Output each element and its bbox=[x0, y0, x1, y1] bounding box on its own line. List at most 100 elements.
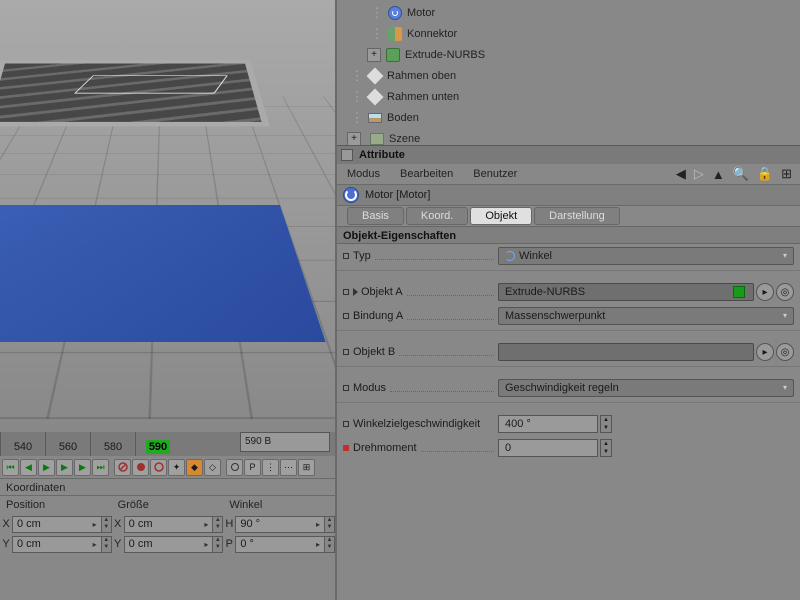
tree-item-rahmen-oben[interactable]: ⋮Rahmen oben ✓ bbox=[337, 65, 800, 86]
tree-item-boden[interactable]: ⋮Boden bbox=[337, 107, 800, 128]
attribute-panel-header: Attribute bbox=[337, 145, 800, 164]
opt4-button[interactable]: ⋯ bbox=[280, 459, 297, 476]
menu-benutzer[interactable]: Benutzer bbox=[473, 168, 517, 180]
bindung-a-dropdown[interactable]: Massenschwerpunkt bbox=[498, 307, 794, 325]
nurbs-icon bbox=[733, 286, 745, 298]
angle-h-input[interactable]: 90 ° bbox=[235, 516, 325, 533]
nav-back-icon[interactable]: ◀ bbox=[676, 166, 686, 182]
key-pos-button[interactable]: ✦ bbox=[168, 459, 185, 476]
tab-koord[interactable]: Koord. bbox=[406, 207, 468, 225]
tree-item-rahmen-unten[interactable]: ⋮Rahmen unten ✓ bbox=[337, 86, 800, 107]
clear-button[interactable]: ▸ bbox=[756, 283, 774, 301]
motor-icon bbox=[343, 187, 359, 203]
size-x-input[interactable]: 0 cm bbox=[124, 516, 214, 533]
modus-dropdown[interactable]: Geschwindigkeit regeln bbox=[498, 379, 794, 397]
menu-bearbeiten[interactable]: Bearbeiten bbox=[400, 168, 453, 180]
label-winkelziel: Winkelzielgeschwindigkeit bbox=[353, 418, 480, 430]
label-bindung-a: Bindung A bbox=[353, 310, 403, 322]
timeline-tick: 540 bbox=[0, 432, 45, 456]
coordinates-title: Koordinaten bbox=[0, 478, 335, 496]
axis-label: X bbox=[0, 518, 12, 530]
playback-toolbar: ⏮ ◀ ▶ ▶ ▶ ⏭ ✦ ◆ ◇ P ⋮ ⋯ ⊞ bbox=[0, 456, 335, 478]
spinner[interactable]: ▲▼ bbox=[213, 536, 223, 553]
attribute-tabs: Basis Koord. Objekt Darstellung bbox=[337, 206, 800, 226]
label-modus: Modus bbox=[353, 382, 386, 394]
object-manager[interactable]: ⋮Motor ✓ ⋮Konnektor ✓ +Extrude-NURBS ✓ ⋮… bbox=[337, 0, 800, 145]
angle-p-input[interactable]: 0 ° bbox=[235, 536, 325, 553]
tree-item-konnektor[interactable]: ⋮Konnektor ✓ bbox=[337, 23, 800, 44]
axis-label: P bbox=[223, 538, 235, 550]
nav-fwd-icon[interactable]: ▷ bbox=[694, 166, 704, 182]
spinner[interactable]: ▲▼ bbox=[213, 516, 223, 533]
tab-darstellung[interactable]: Darstellung bbox=[534, 207, 620, 225]
new-icon[interactable]: ⊞ bbox=[781, 166, 792, 182]
expand-button[interactable]: + bbox=[347, 132, 361, 146]
play-back-button[interactable]: ▶ bbox=[38, 459, 55, 476]
typ-dropdown[interactable]: Winkel bbox=[498, 247, 794, 265]
spinner[interactable]: ▲▼ bbox=[600, 439, 612, 457]
play-fwd-button[interactable]: ▶ bbox=[56, 459, 73, 476]
tree-item-motor[interactable]: ⋮Motor ✓ bbox=[337, 2, 800, 23]
axis-label: Y bbox=[112, 538, 124, 550]
panel-toggle[interactable] bbox=[341, 149, 353, 161]
opt3-button[interactable]: ⋮ bbox=[262, 459, 279, 476]
coordinates-panel: Koordinaten Position Größe Winkel X0 cm▲… bbox=[0, 478, 335, 554]
clear-button[interactable]: ▸ bbox=[756, 343, 774, 361]
spinner[interactable]: ▲▼ bbox=[325, 536, 335, 553]
expand-button[interactable]: + bbox=[367, 48, 381, 62]
picker-button[interactable]: ◎ bbox=[776, 283, 794, 301]
tree-item-szene[interactable]: +Szene bbox=[337, 128, 800, 145]
opt5-button[interactable]: ⊞ bbox=[298, 459, 315, 476]
stop-button[interactable] bbox=[114, 459, 131, 476]
goto-start-button[interactable]: ⏮ bbox=[2, 459, 19, 476]
scene-icon bbox=[370, 133, 384, 145]
key-scale-button[interactable]: ◇ bbox=[204, 459, 221, 476]
objekt-a-field[interactable]: Extrude-NURBS bbox=[498, 283, 754, 301]
menu-modus[interactable]: Modus bbox=[347, 168, 380, 180]
opt1-button[interactable] bbox=[226, 459, 243, 476]
tree-item-extrude-nurbs[interactable]: +Extrude-NURBS ✓ bbox=[337, 44, 800, 65]
search-icon[interactable]: 🔍 bbox=[733, 166, 749, 182]
null-icon bbox=[367, 88, 384, 105]
prev-frame-button[interactable]: ◀ bbox=[20, 459, 37, 476]
attribute-object-header: Motor [Motor] bbox=[337, 184, 800, 206]
tab-basis[interactable]: Basis bbox=[347, 207, 404, 225]
spinner[interactable]: ▲▼ bbox=[325, 516, 335, 533]
spinner[interactable]: ▲▼ bbox=[102, 516, 112, 533]
label-typ: Typ bbox=[353, 250, 371, 262]
winkel-input[interactable]: 400 ° bbox=[498, 415, 598, 433]
spinner[interactable]: ▲▼ bbox=[102, 536, 112, 553]
label-drehmoment: Drehmoment bbox=[353, 442, 417, 454]
frame-object bbox=[0, 60, 270, 126]
key-selection-button[interactable]: ◆ bbox=[186, 459, 203, 476]
autokey-button[interactable] bbox=[150, 459, 167, 476]
tab-objekt[interactable]: Objekt bbox=[470, 207, 532, 225]
label-objekt-b: Objekt B bbox=[353, 346, 395, 358]
goto-end-button[interactable]: ⏭ bbox=[92, 459, 109, 476]
pos-x-input[interactable]: 0 cm bbox=[12, 516, 102, 533]
axis-label: X bbox=[112, 518, 124, 530]
next-frame-button[interactable]: ▶ bbox=[74, 459, 91, 476]
floor-plane bbox=[0, 205, 326, 342]
col-size: Größe bbox=[112, 496, 224, 514]
timeline-tick: 560 bbox=[45, 432, 90, 456]
floor-icon bbox=[368, 113, 382, 123]
opt2-button[interactable]: P bbox=[244, 459, 261, 476]
nurbs-icon bbox=[386, 48, 400, 62]
spinner[interactable]: ▲▼ bbox=[600, 415, 612, 433]
pos-y-input[interactable]: 0 cm bbox=[12, 536, 102, 553]
axis-label: Y bbox=[0, 538, 12, 550]
lock-icon[interactable]: 🔒 bbox=[757, 166, 773, 182]
size-y-input[interactable]: 0 cm bbox=[124, 536, 214, 553]
connector-icon bbox=[388, 27, 402, 41]
viewport[interactable] bbox=[0, 0, 335, 432]
picker-button[interactable]: ◎ bbox=[776, 343, 794, 361]
nav-up-icon[interactable]: ▲ bbox=[712, 167, 725, 182]
selection-rect bbox=[74, 75, 228, 93]
frame-field[interactable]: 590 B bbox=[240, 432, 330, 452]
timeline-tick: 590 bbox=[135, 432, 180, 456]
drehmoment-input[interactable]: 0 bbox=[498, 439, 598, 457]
record-button[interactable] bbox=[132, 459, 149, 476]
objekt-b-field[interactable] bbox=[498, 343, 754, 361]
col-position: Position bbox=[0, 496, 112, 514]
